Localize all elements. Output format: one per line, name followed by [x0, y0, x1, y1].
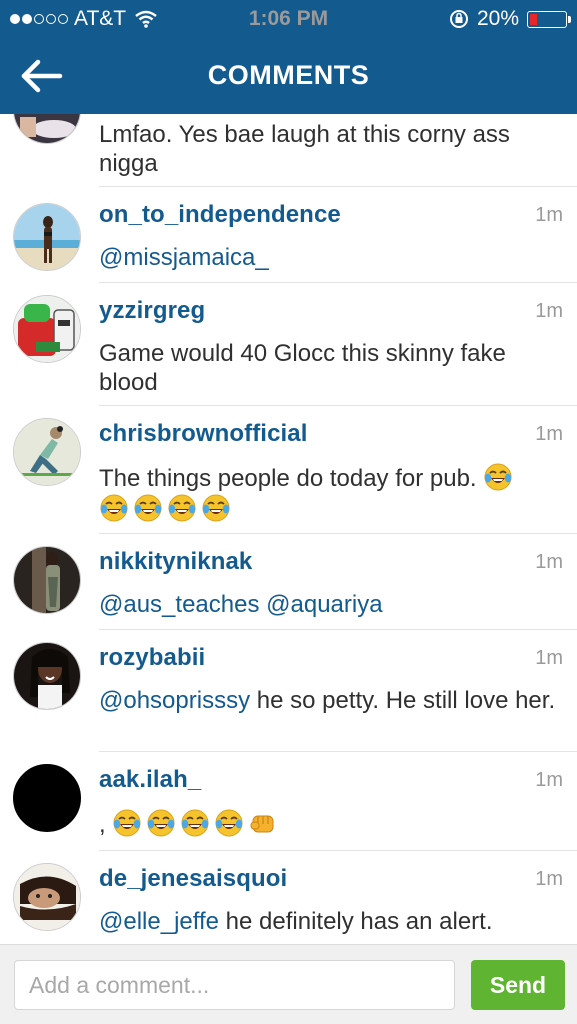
comment-item: Lmfao. Yes bae laugh at this corny ass n…	[0, 114, 577, 186]
face-with-tears-of-joy-icon	[146, 809, 180, 838]
comment-item: yzzirgreg 1m Game would 40 Glocc this sk…	[0, 283, 577, 405]
avatar[interactable]	[13, 114, 81, 144]
emoji-row	[99, 493, 559, 524]
comment-body: he so petty. He still love her.	[250, 687, 556, 714]
emoji-row	[112, 809, 282, 838]
comment-input[interactable]	[14, 960, 455, 1010]
comment-item: de_jenesaisquoi 1m @elle_jeffe he defini…	[0, 851, 577, 944]
comment-text: The things people do today for pub.	[99, 462, 559, 524]
comment-time: 1m	[535, 423, 563, 445]
face-with-tears-of-joy-icon	[201, 494, 235, 523]
comment-time: 1m	[535, 769, 563, 791]
face-with-tears-of-joy-icon	[167, 494, 201, 523]
face-with-tears-of-joy-icon	[99, 494, 133, 523]
comment-time: 1m	[535, 647, 563, 669]
comment-username[interactable]: rozybabii	[99, 644, 205, 672]
header: COMMENTS	[0, 40, 577, 114]
comment-time: 1m	[535, 551, 563, 573]
mention-link[interactable]: @elle_jeffe	[99, 908, 219, 935]
avatar[interactable]	[13, 642, 81, 710]
comment-time: 1m	[535, 868, 563, 890]
comment-username[interactable]: on_to_independence	[99, 201, 341, 229]
comment-text: @missjamaica_	[99, 243, 559, 272]
comment-item: rozybabii 1m @ohsoprisssy he so petty. H…	[0, 630, 577, 751]
fist-bump-icon	[248, 811, 282, 838]
comment-body: The things people do today for pub.	[99, 465, 477, 492]
comment-text: @ohsoprisssy he so petty. He still love …	[99, 686, 559, 715]
face-with-tears-of-joy-icon	[133, 494, 167, 523]
comment-text: @aus_teaches @aquariya	[99, 590, 559, 619]
face-with-tears-of-joy-icon	[214, 809, 248, 838]
battery-percent: 20%	[476, 7, 519, 30]
face-with-tears-of-joy-icon	[112, 809, 146, 838]
send-button[interactable]: Send	[471, 960, 565, 1010]
comment-item: on_to_independence 1m @missjamaica_	[0, 187, 577, 282]
comment-text: Lmfao. Yes bae laugh at this corny ass n…	[99, 121, 510, 177]
battery-icon	[527, 10, 571, 28]
battery-status: 20%	[449, 7, 571, 31]
comment-text: @elle_jeffe he definitely has an alert.	[99, 907, 559, 936]
comment-username[interactable]: chrisbrownofficial	[99, 420, 308, 448]
rotation-lock-icon	[449, 10, 468, 28]
comment-list[interactable]: Lmfao. Yes bae laugh at this corny ass n…	[0, 114, 577, 944]
avatar[interactable]	[13, 863, 81, 931]
comment-username[interactable]: yzzirgreg	[99, 297, 205, 325]
comment-time: 1m	[535, 204, 563, 226]
avatar[interactable]	[13, 764, 81, 832]
top-bar: AT&T 1:06 PM 20% COMMENTS	[0, 0, 577, 114]
avatar[interactable]	[13, 203, 81, 271]
comment-item: nikkityniknak 1m @aus_teaches @aquariya	[0, 534, 577, 629]
avatar[interactable]	[13, 546, 81, 614]
comment-text: ,	[99, 808, 559, 839]
face-with-tears-of-joy-icon	[483, 463, 517, 492]
face-with-tears-of-joy-icon	[180, 809, 214, 838]
comment-composer: Send	[0, 944, 577, 1024]
comment-item: aak.ilah_ 1m ,	[0, 752, 577, 850]
mention-link[interactable]: @ohsoprisssy	[99, 687, 250, 714]
mention-link[interactable]: @missjamaica_	[99, 244, 269, 271]
status-bar: AT&T 1:06 PM 20%	[0, 0, 577, 40]
comment-body: he definitely has an alert.	[219, 908, 493, 935]
avatar[interactable]	[13, 418, 81, 486]
comment-username[interactable]: aak.ilah_	[99, 766, 201, 794]
comment-item: chrisbrownofficial 1m The things people …	[0, 406, 577, 533]
comment-text: Game would 40 Glocc this skinny fake blo…	[99, 340, 506, 396]
comment-username[interactable]: de_jenesaisquoi	[99, 865, 287, 893]
comment-body: ,	[99, 811, 106, 838]
avatar[interactable]	[13, 295, 81, 363]
page-title: COMMENTS	[207, 60, 370, 90]
comment-time: 1m	[535, 300, 563, 322]
comment-username[interactable]: nikkityniknak	[99, 548, 252, 576]
mention-link[interactable]: @aus_teaches @aquariya	[99, 591, 383, 618]
